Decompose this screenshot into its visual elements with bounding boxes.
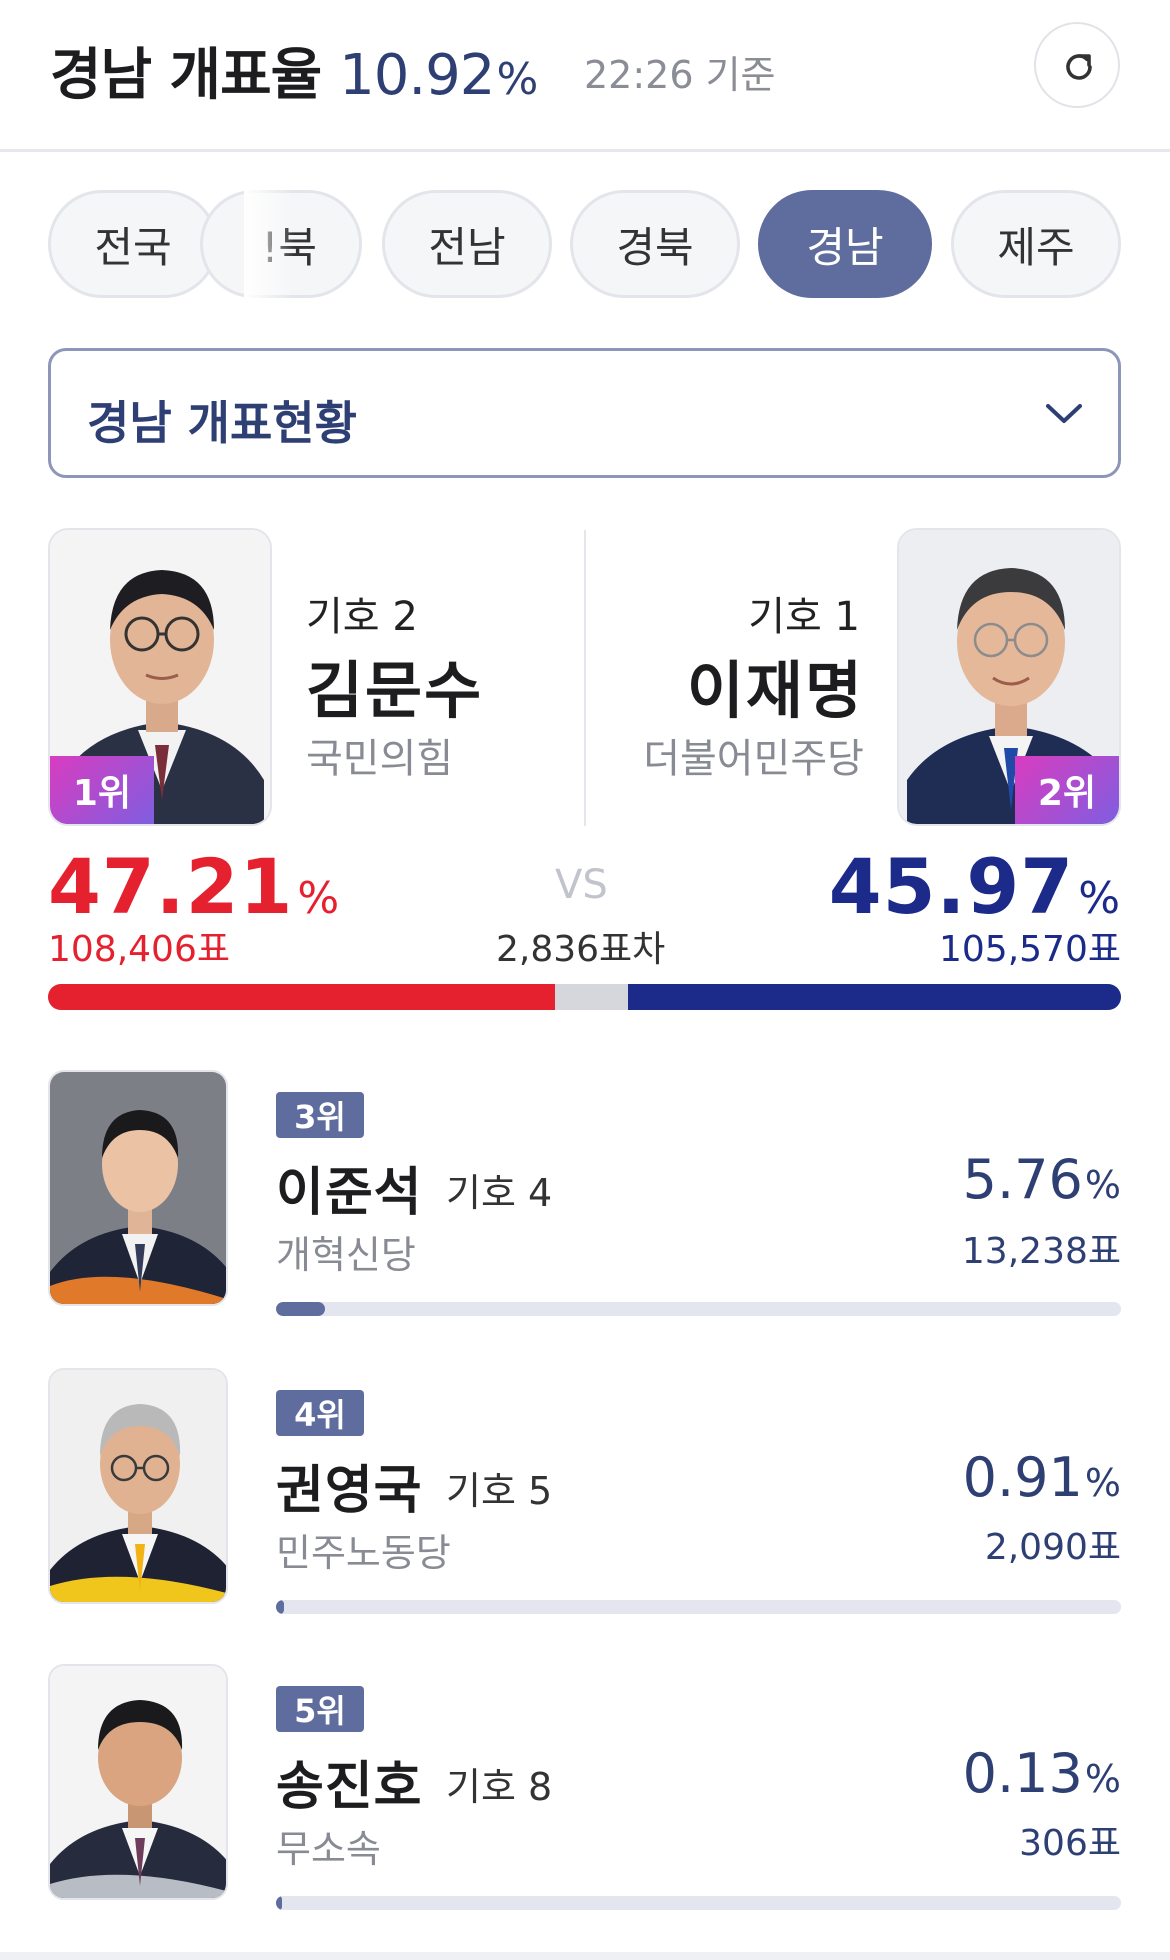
candidate-percent-left: 47.21% [48, 842, 340, 931]
region-label: 경남 [50, 43, 152, 108]
candidate-percent-right: 45.97% [829, 842, 1121, 931]
tab-jeonnam[interactable]: 전남 [382, 190, 552, 298]
bottom-divider [0, 1952, 1170, 1960]
candidate-party: 개혁신당 [276, 1233, 416, 1277]
candidate-number: 기호 5 [446, 1469, 553, 1513]
region-status-select[interactable]: 경남 개표현황 [48, 348, 1121, 478]
candidate-number: 기호 2 [306, 594, 418, 640]
page-title: 경남 개표율 10.92% [50, 30, 538, 111]
vote-share-bar [276, 1600, 1121, 1614]
vs-divider [584, 530, 586, 826]
percent-value: 0.13 [962, 1742, 1083, 1805]
update-time: 22:26 기준 [584, 53, 776, 97]
vote-share-bar-right [628, 984, 1121, 1010]
vote-share-fill [276, 1302, 325, 1316]
rank-chip: 5위 [276, 1686, 364, 1732]
candidate-name: 송진호 [276, 1757, 423, 1817]
candidate-photo-kim: 1위 [48, 528, 272, 826]
candidate-photo-row [48, 1368, 228, 1604]
percent-unit: % [1084, 1757, 1121, 1801]
candidate-percent: 5.76% [963, 1148, 1121, 1211]
percent-unit: % [1084, 1461, 1121, 1505]
candidate-votes: 2,090표 [984, 1527, 1121, 1568]
count-rate-value: 10.92 [339, 43, 495, 108]
vote-share-bar [276, 1302, 1121, 1316]
candidate-photo-lee: 2위 [897, 528, 1121, 826]
vs-label: VS [555, 862, 608, 908]
candidate-percent: 0.13% [963, 1742, 1121, 1805]
candidate-party: 민주노동당 [276, 1531, 451, 1575]
chevron-down-icon [1046, 404, 1082, 423]
candidate-name: 이준석 [276, 1163, 423, 1223]
rank-chip: 4위 [276, 1390, 364, 1436]
vote-share-bar-left [48, 984, 555, 1010]
candidate-party: 더불어민주당 [643, 736, 864, 782]
candidate-name: 김문수 [306, 654, 484, 727]
tab-nationwide[interactable]: 전국 [48, 190, 218, 298]
candidate-votes: 306표 [1019, 1823, 1121, 1864]
count-rate-unit: % [496, 54, 538, 105]
rank-badge: 1위 [50, 756, 154, 824]
count-rate-label: 개표율 [169, 43, 323, 108]
select-label: 경남 개표현황 [87, 396, 357, 450]
vote-share-fill [276, 1600, 284, 1614]
candidate-photo-row [48, 1664, 228, 1900]
tab-gyeongnam[interactable]: 경남 [758, 190, 932, 298]
candidate-votes: 13,238표 [961, 1231, 1121, 1272]
rank-chip: 3위 [276, 1092, 364, 1138]
percent-value: 47.21 [48, 842, 294, 931]
candidate-number: 기호 4 [446, 1171, 553, 1215]
candidate-percent: 0.91% [963, 1446, 1121, 1509]
percent-value: 45.97 [828, 842, 1075, 931]
tab-scroll-fade [244, 190, 294, 298]
candidate-votes-right: 105,570표 [939, 929, 1121, 970]
tab-jeju[interactable]: 제주 [951, 190, 1121, 298]
tab-gyeongbuk[interactable]: 경북 [570, 190, 740, 298]
percent-value: 0.91 [962, 1446, 1083, 1509]
candidate-photo-row [48, 1070, 228, 1306]
candidate-number: 기호 1 [748, 594, 860, 640]
candidate-name: 이재명 [686, 654, 864, 727]
percent-unit: % [297, 873, 341, 924]
candidate-party: 국민의힘 [306, 736, 454, 782]
refresh-icon [1066, 54, 1092, 80]
vote-gap: 2,836표차 [496, 929, 666, 970]
vote-share-bar [48, 984, 1121, 1010]
candidate-name: 권영국 [276, 1461, 423, 1521]
percent-unit: % [1078, 873, 1121, 924]
candidate-party: 무소속 [276, 1827, 381, 1871]
percent-unit: % [1084, 1163, 1121, 1207]
candidate-number: 기호 8 [446, 1765, 553, 1809]
vote-share-bar [276, 1896, 1121, 1910]
refresh-button[interactable] [1034, 22, 1120, 108]
header: 경남 개표율 10.92% 22:26 기준 [0, 0, 1170, 152]
percent-value: 5.76 [962, 1148, 1083, 1211]
rank-badge: 2위 [1015, 756, 1119, 824]
candidate-votes-left: 108,406표 [48, 929, 230, 970]
vote-share-fill [276, 1896, 282, 1910]
